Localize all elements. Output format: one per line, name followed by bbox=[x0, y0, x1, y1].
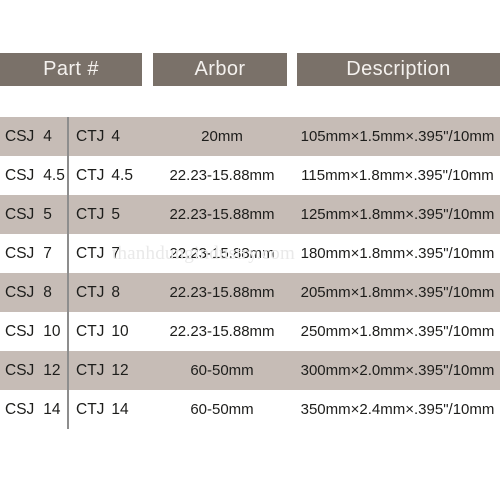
part-prefix: CSJ bbox=[5, 127, 35, 145]
arbor-prefix: CTJ bbox=[76, 361, 105, 379]
part-number: 14 bbox=[43, 400, 61, 418]
cell-part-number: CSJ 14 bbox=[0, 401, 67, 419]
table-row: CSJ 10 CTJ 10 22.23-15.88mm 250mm×1.8mm×… bbox=[0, 312, 500, 351]
table-row: CSJ 4 CTJ 4 20mm 105mm×1.5mm×.395"/10mm bbox=[0, 117, 500, 156]
cell-arbor-size: 22.23-15.88mm bbox=[169, 167, 275, 184]
column-divider bbox=[67, 117, 69, 429]
cell-part-number: CSJ 8 bbox=[0, 284, 67, 302]
part-prefix: CSJ bbox=[5, 244, 35, 262]
cell-description: 300mm×2.0mm×.395"/10mm bbox=[300, 362, 495, 379]
cell-arbor-part-number: CTJ 14 bbox=[67, 401, 147, 419]
part-prefix: CSJ bbox=[5, 283, 35, 301]
cell-description: 125mm×1.8mm×.395"/10mm bbox=[300, 206, 495, 223]
cell-description: 205mm×1.8mm×.395"/10mm bbox=[300, 284, 495, 301]
table-row: CSJ 5 CTJ 5 22.23-15.88mm 125mm×1.8mm×.3… bbox=[0, 195, 500, 234]
arbor-number: 4 bbox=[111, 127, 121, 145]
specification-table: Part # Arbor Description CSJ 4 CTJ 4 20m… bbox=[0, 0, 500, 500]
cell-part-number: CSJ 10 bbox=[0, 323, 67, 341]
cell-arbor-part-number: CTJ 8 bbox=[67, 284, 147, 302]
cell-arbor-size: 22.23-15.88mm bbox=[169, 284, 275, 301]
cell-description: 180mm×1.8mm×.395"/10mm bbox=[300, 245, 495, 262]
cell-part-number: CSJ 5 bbox=[0, 206, 67, 224]
column-header-arbor-label: Arbor bbox=[194, 58, 246, 80]
column-header-description-label: Description bbox=[346, 58, 451, 80]
column-header-description: Description bbox=[297, 53, 500, 86]
cell-description: 115mm×1.8mm×.395"/10mm bbox=[301, 167, 494, 184]
cell-arbor-part-number: CTJ 4 bbox=[67, 128, 147, 146]
part-prefix: CSJ bbox=[5, 205, 35, 223]
cell-arbor-size: 22.23-15.88mm bbox=[169, 245, 275, 262]
cell-arbor-part-number: CTJ 5 bbox=[67, 206, 147, 224]
table-header-row: Part # Arbor Description bbox=[0, 53, 500, 86]
cell-description: 350mm×2.4mm×.395"/10mm bbox=[300, 401, 495, 418]
cell-arbor-size: 20mm bbox=[201, 128, 243, 145]
table-row: CSJ 4.5 CTJ 4.5 22.23-15.88mm 115mm×1.8m… bbox=[0, 156, 500, 195]
header-gap-b bbox=[287, 53, 297, 86]
arbor-prefix: CTJ bbox=[76, 283, 105, 301]
part-number: 12 bbox=[43, 361, 61, 379]
column-header-part-number-label: Part # bbox=[43, 58, 99, 80]
table-row: CSJ 12 CTJ 12 60-50mm 300mm×2.0mm×.395"/… bbox=[0, 351, 500, 390]
part-number: 10 bbox=[43, 322, 61, 340]
part-number: 4 bbox=[43, 127, 52, 145]
cell-description: 105mm×1.5mm×.395"/10mm bbox=[300, 128, 495, 145]
arbor-number: 14 bbox=[111, 400, 129, 418]
arbor-number: 5 bbox=[111, 205, 121, 223]
table-body: CSJ 4 CTJ 4 20mm 105mm×1.5mm×.395"/10mm … bbox=[0, 117, 500, 429]
part-number: 8 bbox=[43, 283, 52, 301]
cell-arbor-part-number: CTJ 10 bbox=[67, 323, 147, 341]
part-prefix: CSJ bbox=[5, 166, 35, 184]
table-row: CSJ 14 CTJ 14 60-50mm 350mm×2.4mm×.395"/… bbox=[0, 390, 500, 429]
cell-part-number: CSJ 4.5 bbox=[0, 167, 67, 185]
table-row: CSJ 7 CTJ 7 22.23-15.88mm 180mm×1.8mm×.3… bbox=[0, 234, 500, 273]
cell-arbor-size: 60-50mm bbox=[190, 362, 254, 379]
table-row: CSJ 8 CTJ 8 22.23-15.88mm 205mm×1.8mm×.3… bbox=[0, 273, 500, 312]
cell-arbor-part-number: CTJ 4.5 bbox=[67, 167, 147, 185]
arbor-number: 12 bbox=[111, 361, 129, 379]
part-number: 5 bbox=[43, 205, 52, 223]
part-number: 7 bbox=[43, 244, 52, 262]
arbor-number: 7 bbox=[111, 244, 121, 262]
cell-arbor-size: 60-50mm bbox=[190, 401, 254, 418]
cell-arbor-size: 22.23-15.88mm bbox=[169, 323, 275, 340]
header-gap-a bbox=[142, 53, 153, 86]
cell-part-number: CSJ 12 bbox=[0, 362, 67, 380]
arbor-number: 10 bbox=[111, 322, 129, 340]
part-prefix: CSJ bbox=[5, 361, 35, 379]
arbor-prefix: CTJ bbox=[76, 322, 105, 340]
cell-part-number: CSJ 7 bbox=[0, 245, 67, 263]
cell-part-number: CSJ 4 bbox=[0, 128, 67, 146]
part-number: 4.5 bbox=[43, 166, 65, 184]
column-header-part-number: Part # bbox=[0, 53, 142, 86]
arbor-prefix: CTJ bbox=[76, 166, 105, 184]
cell-description: 250mm×1.8mm×.395"/10mm bbox=[300, 323, 495, 340]
cell-arbor-size: 22.23-15.88mm bbox=[169, 206, 275, 223]
arbor-prefix: CTJ bbox=[76, 205, 105, 223]
cell-arbor-part-number: CTJ 7 bbox=[67, 245, 147, 263]
arbor-prefix: CTJ bbox=[76, 127, 105, 145]
arbor-number: 8 bbox=[111, 283, 121, 301]
arbor-prefix: CTJ bbox=[76, 244, 105, 262]
cell-arbor-part-number: CTJ 12 bbox=[67, 362, 147, 380]
part-prefix: CSJ bbox=[5, 322, 35, 340]
part-prefix: CSJ bbox=[5, 400, 35, 418]
arbor-prefix: CTJ bbox=[76, 400, 105, 418]
column-header-arbor: Arbor bbox=[153, 53, 287, 86]
arbor-number: 4.5 bbox=[111, 166, 133, 184]
